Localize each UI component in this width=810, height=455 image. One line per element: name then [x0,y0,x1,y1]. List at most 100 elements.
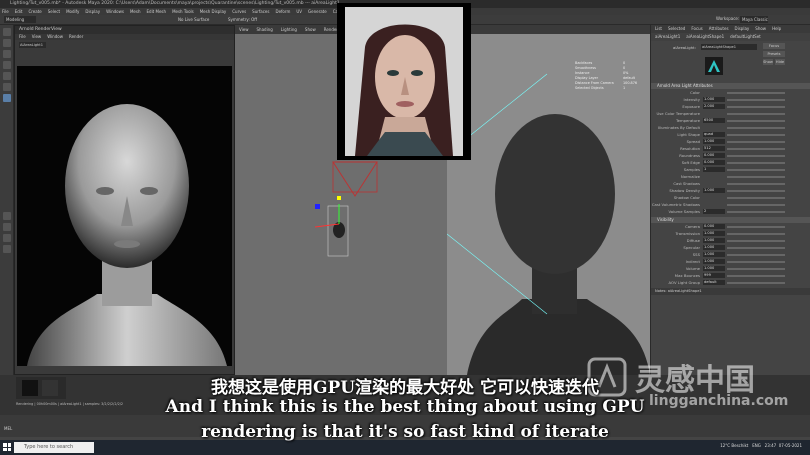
attribute-slider[interactable] [727,141,785,143]
attribute-slider[interactable] [727,226,785,228]
menu-item[interactable]: Surfaces [252,9,269,14]
clock-date[interactable]: 07-05-2021 [779,443,802,448]
rotate-tool-icon[interactable] [3,72,11,80]
mode-selector[interactable]: Modeling [4,16,36,23]
attribute-editor-tab[interactable]: Show [755,26,766,31]
attribute-editor-tab[interactable]: List [655,26,662,31]
menu-item[interactable]: Display [85,9,100,14]
attribute-value-field[interactable]: 0.000 [703,153,725,158]
attribute-value-field[interactable]: default [703,280,725,285]
workspace-selector[interactable]: Maya Classic [740,16,768,23]
attribute-slider[interactable] [727,240,785,242]
attribute-value-field[interactable]: 1.000 [703,188,725,193]
layout-single-icon[interactable] [3,212,11,220]
viewport-menu-item[interactable]: Show [305,27,316,32]
taskbar-search-input[interactable]: Type here to search [14,442,94,453]
render-view-menu-item[interactable]: File [19,34,26,39]
attribute-slider[interactable] [727,275,785,277]
render-view-menu-item[interactable]: Render [69,34,83,39]
attribute-slider[interactable] [727,233,785,235]
node-name-field[interactable]: aiAreaLightShape1 [701,44,757,50]
menu-item[interactable]: Create [28,9,41,14]
menu-item[interactable]: Curves [232,9,246,14]
attribute-value-field[interactable]: 1.000 [703,245,725,250]
attribute-slider[interactable] [727,169,785,171]
attribute-value-field[interactable]: 2.000 [703,104,725,109]
scale-tool-icon[interactable] [3,83,11,91]
menu-item[interactable]: Generate [308,9,327,14]
attribute-slider[interactable] [727,99,785,101]
presets-button[interactable]: Presets [763,51,785,57]
menu-item[interactable]: Mesh Tools [172,9,194,14]
node-tab[interactable]: aiAreaLight1 [655,34,680,39]
menu-item[interactable]: Modify [66,9,79,14]
attribute-value-field[interactable]: 0.000 [703,160,725,165]
attribute-editor-tab[interactable]: Selected [668,26,685,31]
menu-item[interactable]: Mesh Display [200,9,227,14]
render-view-menu-item[interactable]: View [32,34,42,39]
attribute-value-field[interactable]: 0.000 [703,224,725,229]
attribute-value-field[interactable]: 1.000 [703,238,725,243]
attribute-value-field[interactable]: 1.000 [703,259,725,264]
paint-tool-icon[interactable] [3,50,11,58]
attribute-slider[interactable] [727,127,785,129]
clock-time[interactable]: 23:47 [765,443,777,448]
move-tool-icon[interactable] [3,61,11,69]
menu-item[interactable]: File [2,9,9,14]
windows-start-icon[interactable] [3,443,11,451]
attribute-slider[interactable] [727,204,785,206]
menu-item[interactable]: UV [296,9,302,14]
select-tool-icon[interactable] [3,28,11,36]
menu-item[interactable]: Edit [15,9,23,14]
attribute-slider[interactable] [727,183,785,185]
attribute-slider[interactable] [727,92,785,94]
viewport-menu-item[interactable]: Shading [257,27,273,32]
attribute-value-field[interactable]: 1.000 [703,266,725,271]
attribute-slider[interactable] [727,120,785,122]
focus-button[interactable]: Focus [763,43,785,49]
attribute-value-field[interactable]: 1.000 [703,97,725,102]
attribute-slider[interactable] [727,134,785,136]
attribute-editor-tab[interactable]: Help [772,26,781,31]
menu-item[interactable]: Edit Mesh [147,9,167,14]
attribute-value-field[interactable]: 1 [703,167,725,172]
attribute-slider[interactable] [727,148,785,150]
viewport-menu-item[interactable]: Lighting [281,27,297,32]
attribute-slider[interactable] [727,282,785,284]
attribute-editor-tab[interactable]: Focus [691,26,702,31]
attribute-slider[interactable] [727,190,785,192]
attribute-slider[interactable] [727,247,785,249]
symmetry-label[interactable]: Symmetry: Off [228,17,257,22]
attribute-slider[interactable] [727,268,785,270]
menu-item[interactable]: Select [48,9,60,14]
menu-item[interactable]: Deform [275,9,290,14]
render-view-menu-item[interactable]: Window [47,34,63,39]
attribute-slider[interactable] [727,261,785,263]
attribute-value-field[interactable]: 2 [703,209,725,214]
attribute-value-field[interactable]: 512 [703,146,725,151]
light-selector[interactable]: AiAreaLight1 [19,42,46,48]
menu-item[interactable]: Mesh [130,9,141,14]
attribute-value-field[interactable]: 999 [703,273,725,278]
attribute-value-field[interactable]: 6500 [703,118,725,123]
attribute-value-field[interactable]: quad [703,132,725,137]
attribute-slider[interactable] [727,211,785,213]
attribute-value-field[interactable]: 1.000 [703,231,725,236]
attribute-value-field[interactable]: 1.000 [703,252,725,257]
live-surface-label[interactable]: No Live Surface [178,17,209,22]
outliner-layout-icon[interactable] [3,245,11,253]
hide-button[interactable]: Hide [775,59,785,65]
menu-item[interactable]: Windows [106,9,124,14]
layout-two-icon[interactable] [3,234,11,242]
attribute-editor-tab[interactable]: Attributes [709,26,729,31]
attribute-slider[interactable] [727,106,785,108]
last-tool-icon[interactable] [3,94,11,102]
attribute-slider[interactable] [727,197,785,199]
weather-text[interactable]: 12°C Beschikt [720,443,748,448]
language-indicator[interactable]: ENG [752,443,761,448]
attribute-slider[interactable] [727,113,785,115]
show-button[interactable]: Show [763,59,773,65]
attribute-slider[interactable] [727,254,785,256]
viewport-menu-item[interactable]: View [239,27,249,32]
attribute-editor-tab[interactable]: Display [735,26,750,31]
